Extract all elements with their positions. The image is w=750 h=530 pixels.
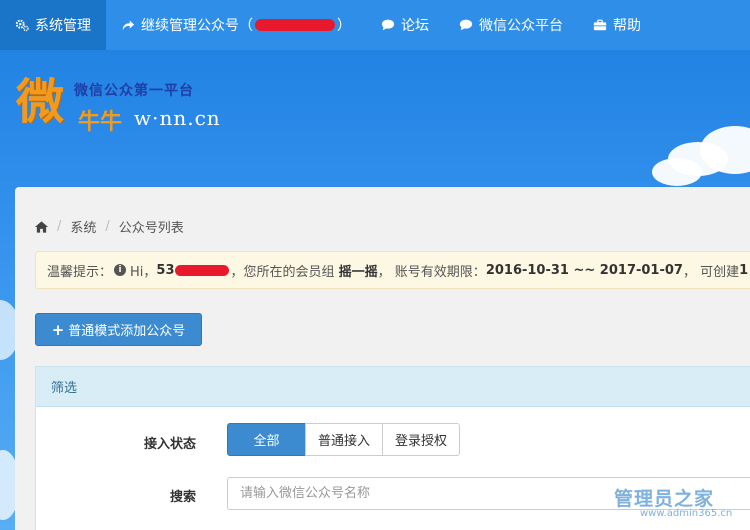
main-panel: / 系统 / 公众号列表 温馨提示： i Hi， 53 ，您所在的会员组 摇一摇… (15, 187, 750, 530)
filter-heading: 筛选 (36, 367, 750, 407)
nav-label-suffix: ） (337, 18, 351, 34)
home-icon[interactable] (35, 220, 48, 233)
status-normal-button[interactable]: 普通接入 (305, 423, 384, 456)
alert-username: 53 (156, 262, 175, 278)
briefcase-icon (593, 19, 607, 31)
notice-alert: 温馨提示： i Hi， 53 ，您所在的会员组 摇一摇 ， 账号有效期限： 201… (35, 251, 750, 289)
breadcrumb: / 系统 / 公众号列表 (35, 217, 184, 236)
nav-forum[interactable]: 论坛 (366, 0, 444, 50)
nav-label: 论坛 (401, 18, 429, 34)
alert-hi: Hi， (130, 264, 157, 280)
nav-wechat-platform[interactable]: 微信公众平台 (444, 0, 578, 50)
nav-label: 帮助 (613, 18, 641, 34)
logo-mark: 微 (16, 74, 65, 130)
plus-icon: + (51, 320, 65, 339)
nav-system-management[interactable]: 系统管理 (0, 0, 106, 50)
breadcrumb-separator: / (105, 219, 110, 234)
alert-expiry-text: ， 账号有效期限： (377, 264, 486, 280)
site-logo[interactable]: 微 微信公众第一平台 牛牛 w·nn.cn (16, 74, 220, 135)
status-label: 接入状态 (143, 437, 196, 452)
gears-icon (15, 19, 29, 32)
nav-label: 系统管理 (35, 18, 91, 34)
alert-expiry-range: 2016-10-31 ~~ 2017-01-07 (485, 262, 683, 278)
status-all-button[interactable]: 全部 (227, 423, 306, 456)
breadcrumb-item-account-list: 公众号列表 (118, 221, 184, 236)
search-label: 搜索 (169, 490, 196, 505)
nav-label: 继续管理公众号（ (141, 18, 253, 34)
alert-create-count: 1 (739, 262, 749, 278)
breadcrumb-item-system[interactable]: 系统 (70, 217, 96, 236)
watermark-cn: 管理员之家 (614, 488, 715, 510)
nav-label: 微信公众平台 (479, 18, 563, 34)
logo-domain: w·nn.cn (134, 106, 221, 130)
alert-create-text: ， 可创建 (682, 264, 740, 280)
site-watermark: 管理员之家 www.admin365.cn (610, 484, 733, 524)
comment-icon (381, 19, 395, 31)
comment-icon (459, 19, 473, 31)
redacted-username (174, 264, 229, 276)
add-account-button[interactable]: + 普通模式添加公众号 (35, 313, 202, 346)
breadcrumb-separator: / (57, 219, 62, 234)
status-login-auth-button[interactable]: 登录授权 (382, 423, 461, 456)
cloud (652, 158, 702, 186)
status-button-group: 全部 普通接入 登录授权 (227, 423, 461, 456)
nav-continue-manage[interactable]: 继续管理公众号（ ） (106, 0, 366, 50)
alert-prefix: 温馨提示： (47, 264, 113, 280)
top-nav: 系统管理 继续管理公众号（ ） 论坛 微信公众平台 帮助 (0, 0, 750, 50)
logo-slogan: 微信公众第一平台 (74, 83, 194, 99)
info-icon: i (114, 264, 127, 276)
alert-group-text: ，您所在的会员组 (230, 264, 335, 280)
nav-help[interactable]: 帮助 (578, 0, 656, 50)
watermark-en: www.admin365.cn (640, 508, 733, 519)
logo-niu: 牛牛 (78, 110, 123, 135)
add-account-label: 普通模式添加公众号 (68, 324, 186, 339)
share-icon (122, 20, 135, 31)
redacted-account (255, 19, 335, 31)
alert-group-name: 摇一摇 (338, 264, 378, 280)
